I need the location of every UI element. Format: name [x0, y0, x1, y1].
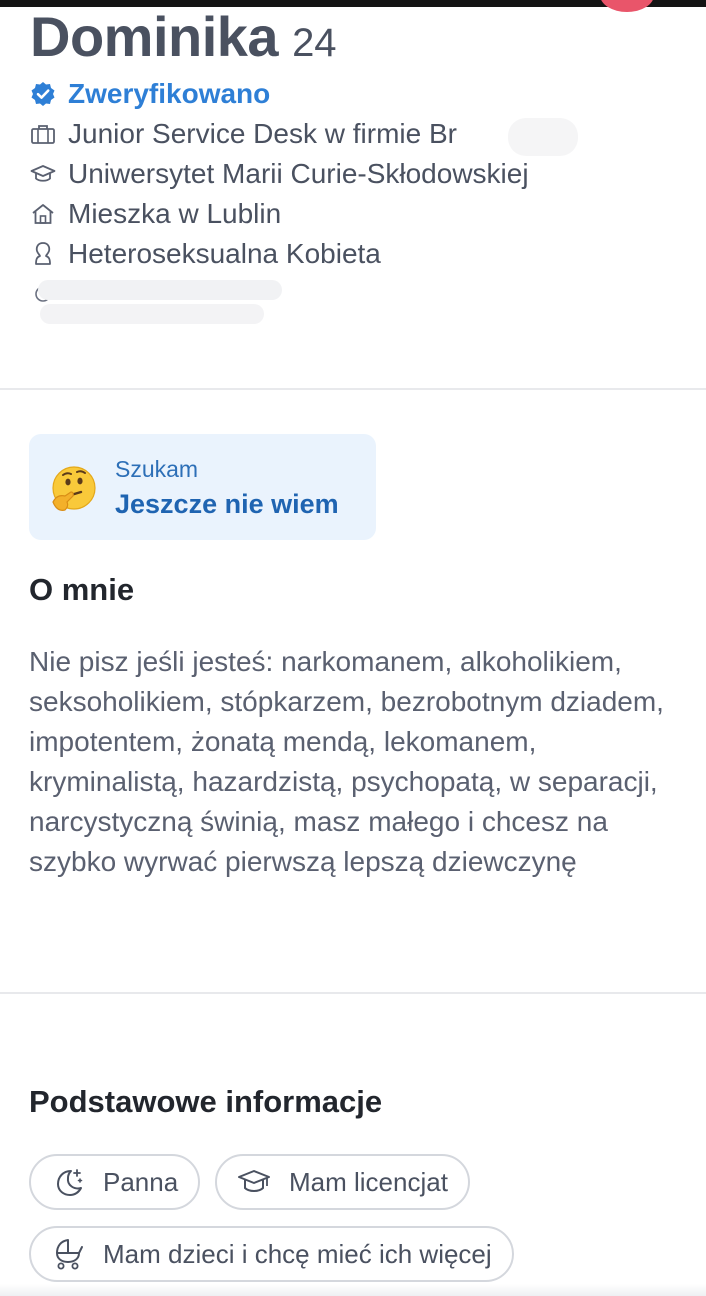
school-row: Uniwersytet Marii Curie-Skłodowskiej: [30, 156, 529, 192]
graduation-cap-icon: [237, 1165, 271, 1199]
graduation-cap-icon: [30, 161, 56, 187]
seeking-card: Szukam Jeszcze nie wiem: [29, 434, 376, 540]
seeking-label: Szukam: [115, 456, 199, 482]
job-row: Junior Service Desk w firmie Bret: [30, 116, 550, 152]
seeking-value: Jeszcze nie wiem: [115, 489, 339, 519]
thinking-face-emoji-icon: [47, 464, 97, 514]
profile-page: Dominika 24 Zweryfikowano Junior Service …: [0, 0, 706, 1296]
section-divider: [0, 992, 706, 994]
about-title: O mnie: [29, 572, 135, 607]
orientation-text: Heteroseksualna Kobieta: [68, 238, 381, 269]
person-icon: [30, 241, 56, 267]
verified-badge-icon: [30, 81, 56, 107]
chip-zodiac: Panna: [29, 1154, 201, 1210]
about-text: Nie pisz jeśli jesteś: narkomanem, alkoh…: [29, 646, 664, 877]
home-icon: [30, 201, 56, 227]
redaction-blur: [40, 304, 264, 324]
orientation-row: Heteroseksualna Kobieta: [30, 236, 381, 272]
profile-name: Dominika: [30, 5, 279, 68]
stroller-icon: [51, 1237, 85, 1271]
section-divider: [0, 388, 706, 390]
chip-education: Mam licencjat: [215, 1154, 470, 1210]
verified-row[interactable]: Zweryfikowano: [30, 76, 270, 112]
redaction-blur: [38, 280, 282, 300]
chip-label: Mam licencjat: [289, 1166, 448, 1197]
location-text: Mieszka w Lublin: [68, 198, 282, 229]
location-row: Mieszka w Lublin: [30, 196, 281, 232]
chip-children: Mam dzieci i chcę mieć ich więcej: [29, 1226, 514, 1282]
moon-stars-icon: [51, 1165, 85, 1199]
chip-label: Mam dzieci i chcę mieć ich więcej: [103, 1238, 492, 1269]
basics-title: Podstawowe informacje: [29, 1084, 383, 1119]
profile-age: 24: [292, 21, 337, 65]
chip-label: Panna: [103, 1166, 179, 1197]
job-text: Junior Service Desk w firmie Br: [68, 118, 457, 149]
school-text: Uniwersytet Marii Curie-Skłodowskiej: [68, 158, 529, 189]
bottom-nav-shadow: [0, 1284, 706, 1296]
briefcase-icon: [30, 121, 56, 147]
profile-header: Dominika 24: [30, 4, 337, 69]
verified-label: Zweryfikowano: [68, 78, 271, 109]
action-button-partial[interactable]: [600, 0, 654, 12]
redaction-blur: [508, 118, 578, 156]
